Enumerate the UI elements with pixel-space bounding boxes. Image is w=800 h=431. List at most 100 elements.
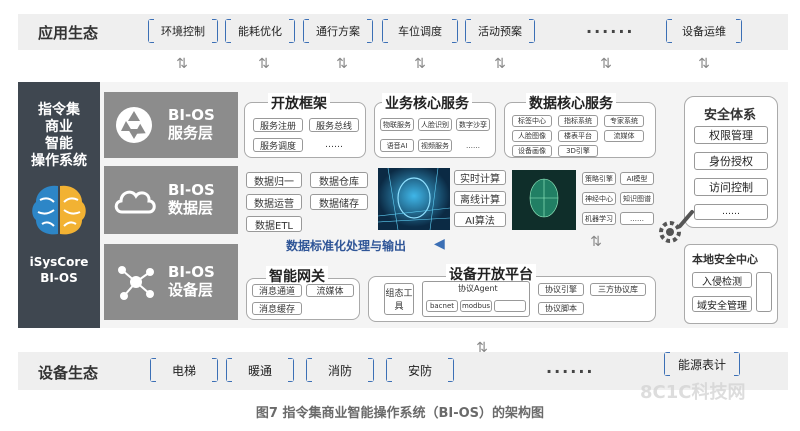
data-core-item: 人脸图像 — [512, 130, 552, 142]
ai-item: 机器学习 — [582, 212, 616, 225]
framework-item: 服务注册 — [253, 118, 303, 132]
data-layer-box: BI-OS 数据层 — [104, 166, 238, 234]
layer-name: 设备层 — [168, 281, 214, 299]
data-layer-item: 数据归一 — [246, 172, 302, 188]
updown-arrow-icon: ⇅ — [698, 56, 710, 72]
data-flow-label: 数据标准化处理与输出 — [286, 239, 407, 253]
device-item: 安防 — [386, 358, 454, 382]
brand-title-line: 指令集 — [38, 102, 80, 118]
flow-arrow-icon: ◀ — [434, 236, 445, 252]
local-security-title: 本地安全中心 — [692, 253, 758, 266]
figure-caption: 图7 指令集商业智能操作系统（BI-OS）的架构图 — [255, 406, 545, 421]
business-item: 数字沙孪 — [456, 118, 490, 131]
security-item: 身份授权 — [694, 152, 768, 170]
protocol-agent-label: 协议Agent — [458, 284, 498, 293]
application-ecosystem-title: 应用生态 — [38, 24, 99, 42]
layer-name: BI-OS — [168, 263, 215, 281]
updown-arrow-icon: ⇅ — [258, 56, 270, 72]
business-item: 人脸识别 — [418, 118, 452, 131]
ai-item: 策略引擎 — [582, 172, 616, 185]
compute-item: 离线计算 — [454, 191, 506, 206]
local-security-extra — [756, 272, 772, 312]
network-nodes-icon — [118, 266, 154, 300]
security-item: …… — [694, 204, 768, 220]
data-core-item: 指标系统 — [558, 115, 598, 127]
device-layer-box: BI-OS 设备层 — [104, 244, 238, 320]
protocol-item: bacnet — [426, 300, 458, 312]
security-item: 权限管理 — [694, 126, 768, 144]
brand-title-line: 操作系统 — [31, 153, 87, 169]
brand-name-line: BI-OS — [40, 271, 78, 285]
framework-item: 服务总线 — [309, 118, 359, 132]
compute-item: 实时计算 — [454, 170, 506, 185]
business-item: 视频服务 — [418, 139, 452, 152]
device-ecosystem-title: 设备生态 — [38, 364, 99, 382]
app-item-5: 活动预案 — [465, 19, 535, 43]
data-core-item: 标签中心 — [512, 115, 552, 127]
data-core-item: 流媒体 — [604, 130, 644, 142]
data-layer-item: 数据ETL — [246, 216, 302, 232]
layer-name: BI-OS — [168, 181, 215, 199]
data-core-item: 楼表平台 — [558, 130, 598, 142]
app-item-4: 车位调度 — [382, 19, 458, 43]
business-core-title: 业务核心服务 — [382, 93, 472, 113]
business-item: 物联服务 — [380, 118, 414, 131]
device-item: 消防 — [306, 358, 374, 382]
ai-item: …… — [620, 212, 654, 225]
data-core-item: 3D引擎 — [558, 145, 598, 157]
business-item: 语音AI — [380, 139, 414, 152]
config-tool: 组态工具 — [384, 283, 414, 315]
gateway-title: 智能网关 — [266, 266, 328, 286]
watermark: 8C1C科技网 — [640, 382, 746, 403]
ai-item: 神经中心 — [582, 192, 616, 205]
layer-name: 服务层 — [168, 124, 214, 142]
app-more-dots: ······ — [586, 22, 635, 41]
security-item: 访问控制 — [694, 178, 768, 196]
data-core-item: 设备画像 — [512, 145, 552, 157]
data-core-item: 专家系统 — [604, 115, 644, 127]
ai-face-image — [512, 170, 576, 230]
ai-brain-image — [378, 168, 450, 230]
gateway-item: 流媒体 — [306, 284, 354, 297]
open-framework-title: 开放框架 — [268, 93, 330, 113]
app-item-1: 环境控制 — [148, 19, 218, 43]
platform-item: 三方协议库 — [590, 283, 646, 296]
cloud-icon — [114, 190, 156, 214]
app-item-last: 设备运维 — [666, 19, 742, 43]
updown-arrow-icon: ⇅ — [414, 56, 426, 72]
data-core-title: 数据核心服务 — [526, 93, 616, 113]
local-security-item: 入侵检测 — [692, 272, 752, 288]
layer-name: BI-OS — [168, 106, 215, 124]
compute-item: AI算法 — [454, 212, 506, 227]
brain-logo-icon — [32, 185, 86, 235]
gateway-item: 消息缓存 — [252, 302, 302, 315]
protocol-item: modbus — [460, 300, 492, 312]
device-more-dots: ······ — [546, 362, 595, 381]
brand-title-line: 商业 — [45, 119, 73, 135]
framework-item: 服务调度 — [253, 138, 303, 152]
updown-arrow-icon: ⇅ — [600, 56, 612, 72]
ai-item: AI模型 — [620, 172, 654, 185]
updown-arrow-icon: ⇅ — [176, 56, 188, 72]
updown-arrow-icon: ⇅ — [336, 56, 348, 72]
data-layer-item: 数据仓库 — [310, 172, 368, 188]
business-item: …… — [456, 139, 490, 152]
data-layer-item: 数据储存 — [310, 194, 368, 210]
service-layer-box: BI-OS 服务层 — [104, 92, 238, 158]
local-security-item: 域安全管理 — [692, 296, 752, 312]
gear-wrench-icon — [659, 210, 694, 243]
brand-title-line: 智能 — [45, 136, 73, 152]
app-item-3: 通行方案 — [303, 19, 373, 43]
aperture-icon — [116, 107, 152, 143]
brand-name-line: iSysCore — [29, 255, 89, 269]
bi-os-brand-column: 指令集 商业 智能 操作系统 iSysCore BI-OS — [18, 82, 100, 328]
ai-item: 知识图谱 — [620, 192, 654, 205]
framework-item: …… — [309, 138, 359, 152]
security-title: 安全体系 — [704, 108, 757, 123]
app-item-2: 能耗优化 — [225, 19, 295, 43]
data-layer-item: 数据运营 — [246, 194, 302, 210]
platform-item: 协议引擎 — [538, 283, 584, 296]
device-item: 暖通 — [226, 358, 294, 382]
device-item-last: 能源表计 — [664, 352, 740, 376]
device-item: 电梯 — [150, 358, 218, 382]
